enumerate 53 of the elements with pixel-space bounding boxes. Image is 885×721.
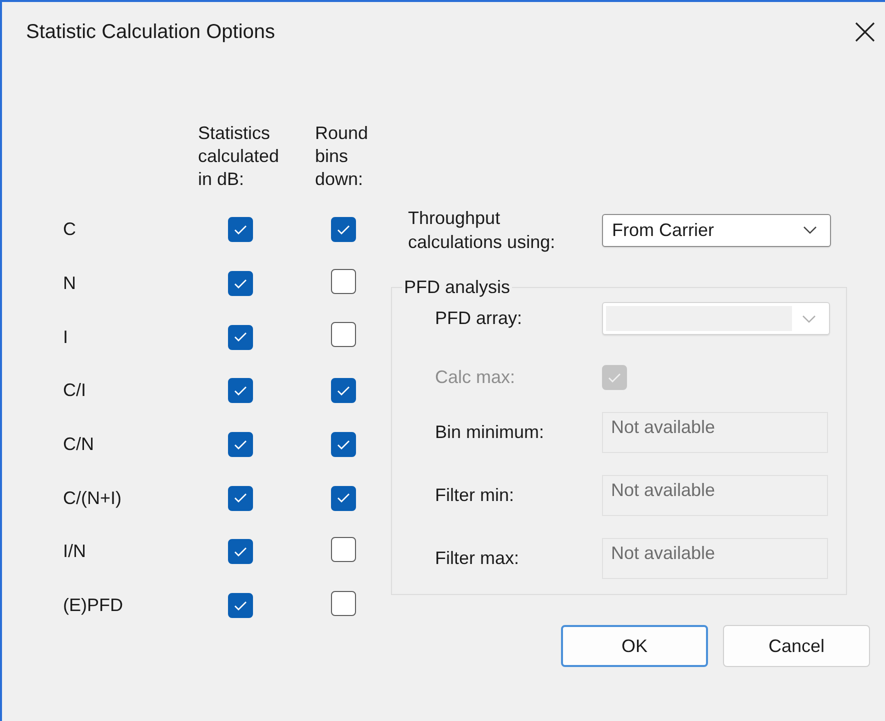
window-title: Statistic Calculation Options [26,20,276,44]
checkbox[interactable] [228,432,253,458]
check-icon [337,440,350,450]
checkbox[interactable] [228,378,253,404]
check-icon [234,332,247,342]
check-icon [337,224,350,235]
throughput-dropdown[interactable]: From Carrier [602,214,831,246]
checkbox[interactable] [331,590,356,616]
checkbox[interactable] [228,271,253,296]
column-header: Statistics calculated in dB: [198,122,280,191]
field-label: Filter max: [435,548,520,569]
checkbox[interactable] [331,486,356,511]
row-label: I [63,326,70,348]
row-label: (E)PFD [63,595,124,616]
row-label: N [63,273,77,294]
checkbox[interactable] [331,268,356,294]
check-icon [234,278,247,289]
checkbox[interactable] [331,217,356,242]
row-label: C/(N+I) [63,488,122,509]
check-icon [234,600,247,611]
checkbox[interactable] [331,322,356,348]
checkbox[interactable] [228,217,253,242]
chevron-down-icon [802,314,816,322]
check-icon [234,440,247,450]
check-icon [234,224,247,235]
chevron-down-icon [803,226,817,234]
field-label: Bin minimum: [435,422,546,443]
checkbox[interactable] [228,486,253,511]
throughput-label: Throughput calculations using: [408,207,556,254]
checkbox[interactable] [228,593,253,618]
checkbox[interactable] [331,432,356,458]
check-icon [234,493,247,504]
check-icon [234,546,247,557]
row-label: C/N [63,434,95,456]
group-title: PFD analysis [403,277,512,298]
check-icon [234,386,247,396]
checkbox[interactable] [228,539,253,564]
check-icon [337,493,350,504]
field-label: Calc max: [435,367,516,388]
check-icon [608,372,621,382]
row-label: C [63,219,77,240]
field-label: Filter min: [435,485,516,506]
field-label: PFD array: [435,308,524,329]
column-header: Round bins down: [315,122,370,191]
row-label: C/I [63,380,88,402]
checkbox[interactable] [228,324,253,350]
check-icon [337,386,350,396]
row-label: I/N [63,541,88,562]
close-icon[interactable] [855,22,875,42]
checkbox[interactable] [331,378,356,404]
checkbox[interactable] [331,536,356,562]
dialog-button[interactable]: Cancel [723,625,870,667]
dialog-button[interactable]: OK [561,625,708,667]
